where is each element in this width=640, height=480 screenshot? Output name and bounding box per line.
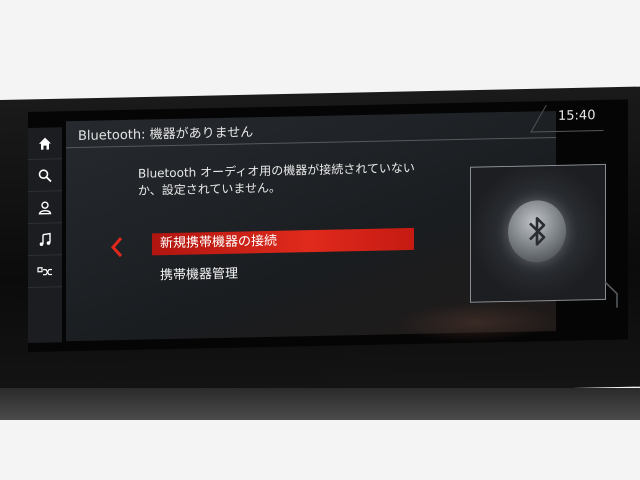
contacts-icon <box>38 200 52 214</box>
main-panel: Bluetooth: 機器がありません Bluetooth オーディオ用の機器が… <box>66 110 606 345</box>
bluetooth-illustration <box>470 163 606 303</box>
sidebar-contacts-button[interactable] <box>28 191 62 224</box>
sidebar-connect-button[interactable] <box>28 255 62 288</box>
shuffle-connect-icon <box>37 266 52 275</box>
music-icon <box>39 232 51 246</box>
infotainment-screen: Bluetooth: 機器がありません Bluetooth オーディオ用の機器が… <box>28 99 628 352</box>
sidebar-music-button[interactable] <box>28 223 62 256</box>
menu-item-connect-new-device[interactable]: 新規携帯機器の接続 <box>152 227 414 256</box>
back-chevron-icon[interactable] <box>110 236 124 258</box>
dashboard-trim <box>0 388 640 420</box>
bluetooth-badge <box>508 199 566 263</box>
home-icon <box>39 137 51 150</box>
bluetooth-icon <box>529 217 546 246</box>
screen-reflection <box>396 300 556 345</box>
sidebar-home-button[interactable] <box>28 127 62 160</box>
search-icon <box>38 168 52 182</box>
sidebar <box>28 127 62 343</box>
corner-bracket-icon <box>604 281 618 308</box>
status-message: Bluetooth オーディオ用の機器が接続されていないか、設定されていません。 <box>138 160 415 198</box>
menu-item-label: 携帯機器管理 <box>160 266 239 284</box>
clock-time: 15:40 <box>558 108 596 124</box>
menu-item-label: 新規携帯機器の接続 <box>160 233 278 252</box>
sidebar-search-button[interactable] <box>28 159 62 192</box>
page-title: Bluetooth: 機器がありません <box>78 125 254 144</box>
menu-item-device-management[interactable]: 携帯機器管理 <box>152 260 414 287</box>
